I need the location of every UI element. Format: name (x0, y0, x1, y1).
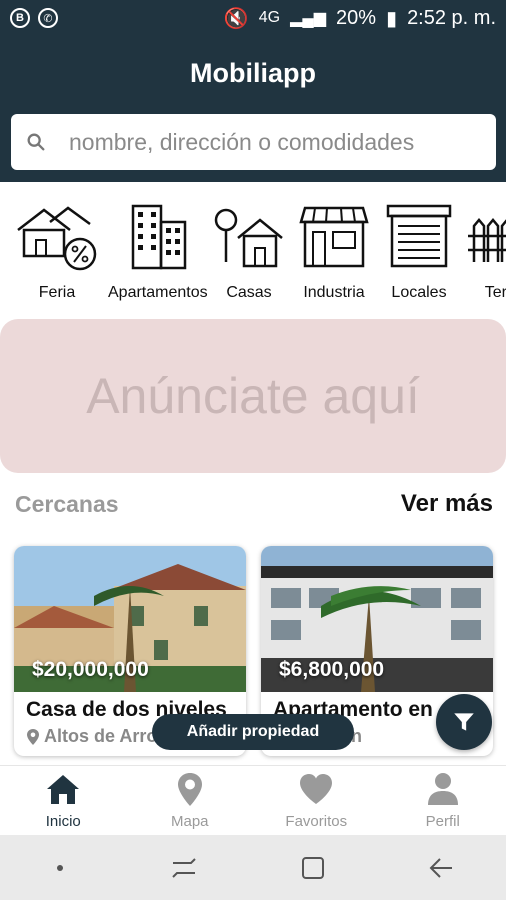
category-list: Feria Apartamentos Casas Industria Local… (0, 200, 506, 310)
signal-icon: ▂▄▆ (290, 10, 327, 27)
search-icon (27, 133, 45, 151)
add-property-toast: Añadir propiedad (152, 714, 354, 750)
see-more-link[interactable]: Ver más (401, 490, 493, 518)
category-label: Feria (38, 284, 76, 301)
status-left: B ✆ (10, 8, 58, 28)
clock: 2:52 p. m. (407, 6, 496, 29)
ad-text: Anúnciate aquí (86, 368, 420, 424)
category-label: Terre (484, 284, 506, 301)
category-terrenos[interactable]: Terre (460, 200, 506, 302)
fence-icon (468, 218, 506, 262)
whatsapp-icon: ✆ (38, 8, 58, 28)
filter-icon (454, 713, 474, 731)
commercial-garage-icon (386, 204, 452, 268)
category-industria[interactable]: Industria (291, 200, 377, 302)
nav-inicio[interactable]: Inicio (0, 766, 127, 835)
filter-button[interactable] (436, 694, 492, 750)
property-price: $6,800,000 (279, 658, 385, 681)
battery-icon: ▮ (386, 7, 398, 30)
category-casas[interactable]: Casas (206, 200, 292, 302)
category-label: Industria (303, 284, 365, 301)
category-label: Casas (226, 284, 272, 301)
property-location: Altos de Arro (26, 726, 157, 747)
search-input[interactable]: nombre, dirección o comodidades (11, 114, 496, 170)
network-icon: 4G (258, 9, 281, 26)
search-placeholder: nombre, dirección o comodidades (69, 128, 415, 155)
mute-icon: 🔇 (223, 7, 249, 30)
dot-icon[interactable] (50, 858, 70, 878)
home-button-icon[interactable] (299, 854, 327, 882)
map-pin-icon (177, 773, 202, 806)
location-text: Altos de Arro (44, 726, 158, 746)
industry-store-icon (299, 206, 369, 268)
profile-icon (427, 773, 458, 805)
section-title: Cercanas (15, 490, 119, 517)
bbm-icon: B (10, 8, 30, 28)
nav-label: Perfil (425, 813, 460, 830)
property-price: $20,000,000 (32, 658, 149, 681)
fair-house-percent-icon (17, 206, 97, 271)
system-nav-bar (0, 835, 506, 900)
ad-banner[interactable]: Anúnciate aquí (0, 319, 506, 473)
category-locales[interactable]: Locales (376, 200, 462, 302)
home-icon (47, 775, 80, 804)
nav-perfil[interactable]: Perfil (380, 766, 506, 835)
nav-label: Inicio (45, 813, 81, 830)
nav-label: Favoritos (285, 813, 348, 830)
app-title: Mobiliapp (190, 58, 316, 88)
status-bar: B ✆ 🔇 4G ▂▄▆ 20% ▮ 2:52 p. m. (0, 0, 506, 36)
nearby-header: Cercanas Ver más (15, 490, 493, 518)
location-pin-icon (27, 728, 39, 745)
nav-favoritos[interactable]: Favoritos (253, 766, 380, 835)
nav-mapa[interactable]: Mapa (127, 766, 254, 835)
category-label: Apartamentos (108, 284, 208, 301)
app-header: Mobiliapp nombre, dirección o comodidade… (0, 36, 506, 182)
status-right: 🔇 4G ▂▄▆ 20% ▮ 2:52 p. m. (224, 6, 496, 31)
heart-icon (300, 774, 333, 804)
category-label: Locales (391, 284, 447, 301)
apartments-building-icon (131, 204, 187, 270)
bottom-nav: Inicio Mapa Favoritos Perfil (0, 765, 506, 835)
recent-apps-icon[interactable] (169, 855, 199, 881)
house-tree-icon (214, 208, 283, 268)
back-icon[interactable] (426, 854, 456, 882)
category-apartamentos[interactable]: Apartamentos (108, 200, 208, 302)
category-feria[interactable]: Feria (14, 200, 100, 302)
nav-label: Mapa (170, 813, 209, 830)
battery-level: 20% (336, 6, 377, 29)
